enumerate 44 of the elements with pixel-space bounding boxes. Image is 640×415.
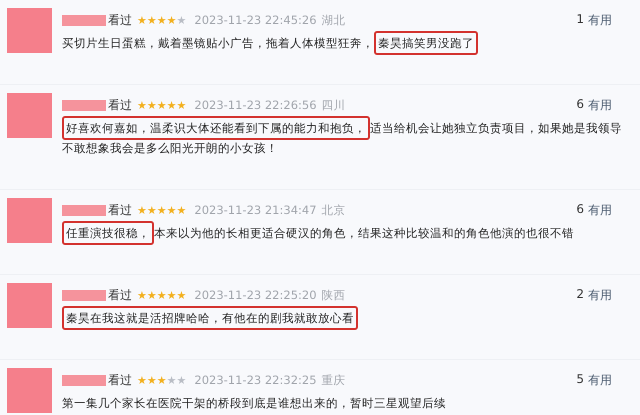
watched-status: 看过 xyxy=(108,372,132,388)
review-text: 买切片生日蛋糕，戴着墨镜贴小广告，拖着人体模型狂奔， 秦昊搞笑男没跑了 xyxy=(62,33,628,53)
review-text: 好喜欢何嘉如，温柔识大体还能看到下属的能力和抱负， 适当给机会让她独立负责项目，如果她是我领导不敢想象我会是多么阳光开朗的小女孩！ xyxy=(62,118,628,158)
star-rating: ★★★★★ xyxy=(137,374,186,386)
avatar xyxy=(7,368,52,413)
helpful-link[interactable]: 有用 xyxy=(588,286,612,304)
vote-count: 5 xyxy=(576,372,584,388)
review-time: 2023-11-23 22:26:56 xyxy=(194,98,317,112)
review-location: 四川 xyxy=(322,98,346,112)
avatar xyxy=(7,283,52,328)
review-time: 2023-11-23 22:32:25 xyxy=(194,373,317,387)
watched-status: 看过 xyxy=(108,12,132,28)
redacted-username xyxy=(62,374,106,386)
star-rating: ★★★★★ xyxy=(137,290,186,300)
avatar xyxy=(7,93,52,138)
redacted-username xyxy=(62,100,106,110)
star-rating: ★★★★★ xyxy=(137,100,186,110)
review-location: 重庆 xyxy=(322,372,346,388)
helpful-link[interactable]: 有用 xyxy=(588,12,612,28)
star-rating: ★★★★★ xyxy=(137,204,186,216)
review-time: 2023-11-23 22:25:20 xyxy=(194,288,317,302)
helpful-link[interactable]: 有用 xyxy=(588,96,612,114)
redacted-username xyxy=(62,290,106,300)
review-location: 湖北 xyxy=(322,12,346,28)
helpful-link[interactable]: 有用 xyxy=(588,202,612,218)
watched-status: 看过 xyxy=(108,96,132,114)
vote-count: 2 xyxy=(576,286,584,302)
redacted-username xyxy=(62,14,106,26)
avatar xyxy=(7,198,52,243)
review-text: 第一集几个家长在医院干架的桥段到底是谁想出来的，暂时三星观望后续 xyxy=(62,395,447,412)
watched-status: 看过 xyxy=(108,202,132,218)
watched-status: 看过 xyxy=(108,286,132,304)
vote-count: 6 xyxy=(576,202,584,218)
star-rating: ★★★★★ xyxy=(137,14,186,26)
review-text: 任重演技很稳， 本来以为他的长相更适合硬汉的角色，结果这种比较温和的角色他演的也很不错 xyxy=(62,223,628,243)
review-time: 2023-11-23 21:34:47 xyxy=(194,203,317,217)
vote-count: 6 xyxy=(576,96,584,112)
helpful-link[interactable]: 有用 xyxy=(588,372,612,388)
review-location: 陕西 xyxy=(322,288,346,302)
review-time: 2023-11-23 22:45:26 xyxy=(194,13,317,27)
vote-count: 1 xyxy=(576,12,584,28)
avatar xyxy=(7,8,52,53)
review-location: 北京 xyxy=(322,202,346,218)
redacted-username xyxy=(62,204,106,216)
